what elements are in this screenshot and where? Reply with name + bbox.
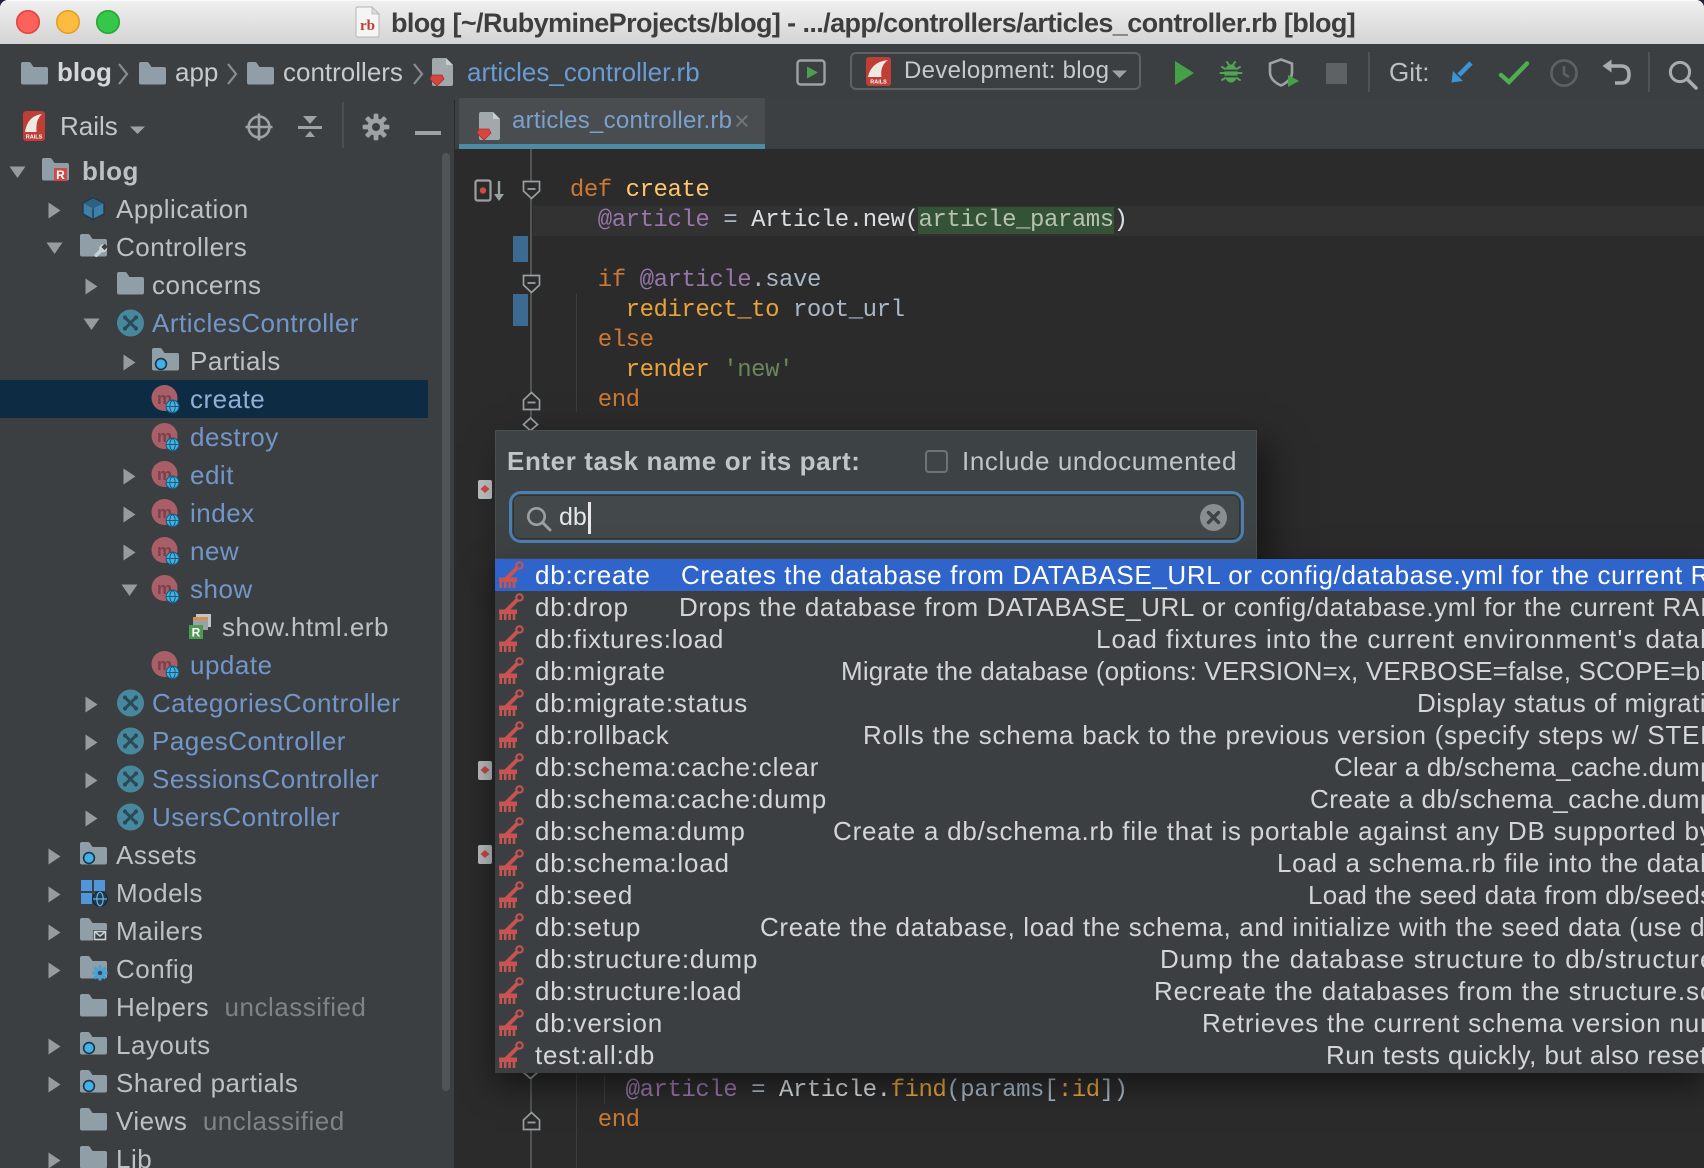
svg-text:R: R bbox=[192, 626, 201, 640]
svg-text:R: R bbox=[56, 168, 65, 182]
svg-text:rb: rb bbox=[360, 18, 375, 34]
svg-text:RAILS: RAILS bbox=[26, 135, 43, 141]
svg-text:RAILS: RAILS bbox=[870, 80, 887, 86]
